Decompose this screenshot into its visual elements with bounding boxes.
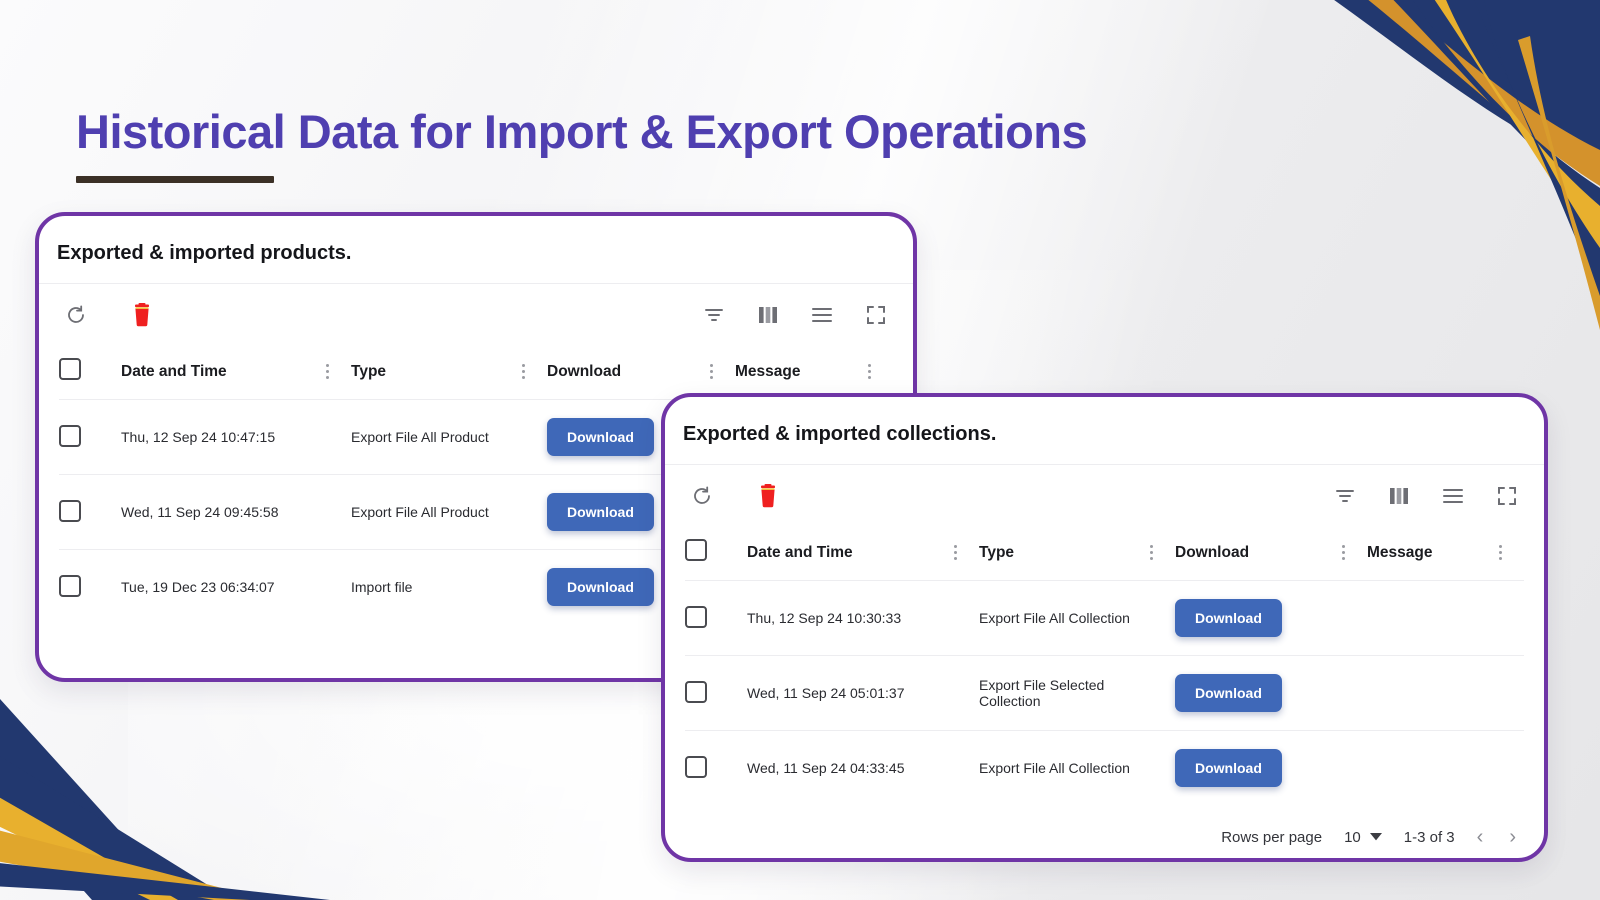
download-button[interactable]: Download bbox=[1175, 674, 1282, 712]
density-icon[interactable] bbox=[1440, 483, 1466, 509]
header-download[interactable]: Download bbox=[547, 346, 735, 400]
cell-download: Download bbox=[1175, 580, 1367, 656]
header-menu-icon[interactable] bbox=[326, 364, 329, 379]
columns-icon[interactable] bbox=[755, 302, 781, 328]
cell-date-and-time: Wed, 11 Sep 24 05:01:37 bbox=[747, 655, 979, 731]
row-checkbox[interactable] bbox=[685, 755, 707, 778]
download-button[interactable]: Download bbox=[1175, 749, 1282, 787]
refresh-icon[interactable] bbox=[63, 302, 89, 328]
row-checkbox[interactable] bbox=[59, 574, 81, 597]
cell-type: Export File All Product bbox=[351, 399, 547, 475]
header-type-label: Type bbox=[351, 362, 387, 380]
row-select-cell bbox=[59, 549, 121, 624]
header-type[interactable]: Type bbox=[351, 346, 547, 400]
header-download-label: Download bbox=[547, 362, 622, 380]
cell-message bbox=[1367, 580, 1524, 656]
chevron-down-icon bbox=[1369, 833, 1382, 841]
row-select-cell bbox=[685, 655, 747, 731]
select-all-header bbox=[685, 527, 747, 581]
header-menu-icon[interactable] bbox=[1150, 545, 1153, 560]
header-message-label: Message bbox=[735, 362, 801, 380]
filter-icon[interactable] bbox=[1332, 483, 1358, 509]
download-button[interactable]: Download bbox=[1175, 599, 1282, 637]
header-type-label: Type bbox=[979, 543, 1015, 561]
cell-date-and-time: Thu, 12 Sep 24 10:47:15 bbox=[121, 399, 351, 475]
header-menu-icon[interactable] bbox=[868, 364, 871, 379]
cell-type: Export File Selected Collection bbox=[979, 655, 1175, 731]
header-message[interactable]: Message bbox=[735, 346, 893, 400]
header-date-and-time[interactable]: Date and Time bbox=[121, 346, 351, 400]
products-table-header-row: Date and Time Type Download Message bbox=[59, 346, 893, 400]
previous-page-button[interactable]: ‹ bbox=[1477, 827, 1484, 847]
header-menu-icon[interactable] bbox=[954, 545, 957, 560]
cell-message bbox=[1367, 655, 1524, 731]
header-menu-icon[interactable] bbox=[1499, 545, 1502, 560]
page-title: Historical Data for Import & Export Oper… bbox=[76, 105, 1088, 158]
header-message[interactable]: Message bbox=[1367, 527, 1524, 581]
row-checkbox[interactable] bbox=[685, 680, 707, 703]
next-page-button[interactable]: › bbox=[1509, 827, 1516, 847]
select-all-checkbox[interactable] bbox=[685, 539, 707, 561]
refresh-icon[interactable] bbox=[689, 483, 715, 509]
cell-type: Export File All Collection bbox=[979, 730, 1175, 805]
header-date-and-time-label: Date and Time bbox=[121, 362, 227, 380]
header-menu-icon[interactable] bbox=[1342, 545, 1345, 560]
header-download-label: Download bbox=[1175, 543, 1250, 561]
rows-per-page-label: Rows per page bbox=[1221, 828, 1323, 846]
cell-type: Export File All Collection bbox=[979, 580, 1175, 656]
page-background: Historical Data for Import & Export Oper… bbox=[0, 0, 1600, 900]
filter-icon[interactable] bbox=[701, 302, 727, 328]
row-select-cell bbox=[685, 580, 747, 656]
card-collections-toolbar bbox=[685, 465, 1524, 527]
header-menu-icon[interactable] bbox=[522, 364, 525, 379]
cell-download: Download bbox=[1175, 730, 1367, 805]
row-checkbox[interactable] bbox=[685, 605, 707, 628]
fullscreen-icon[interactable] bbox=[863, 302, 889, 328]
download-button[interactable]: Download bbox=[547, 493, 654, 531]
select-all-header bbox=[59, 346, 121, 400]
rows-per-page-select[interactable]: 10 bbox=[1344, 829, 1382, 846]
header-date-and-time-label: Date and Time bbox=[747, 543, 853, 561]
title-underline bbox=[76, 176, 274, 183]
trash-icon[interactable] bbox=[129, 302, 155, 328]
card-products-title: Exported & imported products. bbox=[57, 242, 352, 264]
collections-pagination: Rows per page 10 1-3 of 3 ‹ › bbox=[685, 805, 1524, 858]
table-row[interactable]: Wed, 11 Sep 24 05:01:37 Export File Sele… bbox=[685, 655, 1524, 731]
row-select-cell bbox=[59, 474, 121, 550]
cell-type: Export File All Product bbox=[351, 474, 547, 550]
row-checkbox[interactable] bbox=[59, 499, 81, 522]
fullscreen-icon[interactable] bbox=[1494, 483, 1520, 509]
decorative-swoosh-top-right bbox=[1334, 0, 1600, 330]
card-exported-imported-collections: Exported & imported collections. Date an… bbox=[661, 393, 1548, 862]
collections-table: Date and Time Type Download Message Thu,… bbox=[685, 527, 1524, 805]
cell-download: Download bbox=[1175, 655, 1367, 731]
columns-icon[interactable] bbox=[1386, 483, 1412, 509]
download-button[interactable]: Download bbox=[547, 568, 654, 606]
header-message-label: Message bbox=[1367, 543, 1433, 561]
trash-icon[interactable] bbox=[755, 483, 781, 509]
select-all-checkbox[interactable] bbox=[59, 358, 81, 380]
row-checkbox[interactable] bbox=[59, 424, 81, 447]
table-row[interactable]: Thu, 12 Sep 24 10:30:33 Export File All … bbox=[685, 580, 1524, 656]
cell-message bbox=[1367, 730, 1524, 805]
collections-table-header-row: Date and Time Type Download Message bbox=[685, 527, 1524, 581]
cell-date-and-time: Wed, 11 Sep 24 04:33:45 bbox=[747, 730, 979, 805]
cell-type: Import file bbox=[351, 549, 547, 624]
header-download[interactable]: Download bbox=[1175, 527, 1367, 581]
header-type[interactable]: Type bbox=[979, 527, 1175, 581]
cell-date-and-time: Tue, 19 Dec 23 06:34:07 bbox=[121, 549, 351, 624]
pagination-range: 1-3 of 3 bbox=[1403, 828, 1455, 846]
card-products-toolbar bbox=[59, 284, 893, 346]
density-icon[interactable] bbox=[809, 302, 835, 328]
row-select-cell bbox=[685, 730, 747, 805]
table-row[interactable]: Wed, 11 Sep 24 04:33:45 Export File All … bbox=[685, 730, 1524, 805]
download-button[interactable]: Download bbox=[547, 418, 654, 456]
card-collections-title: Exported & imported collections. bbox=[683, 423, 997, 445]
rows-per-page-value: 10 bbox=[1344, 828, 1361, 846]
cell-date-and-time: Thu, 12 Sep 24 10:30:33 bbox=[747, 580, 979, 656]
cell-date-and-time: Wed, 11 Sep 24 09:45:58 bbox=[121, 474, 351, 550]
row-select-cell bbox=[59, 399, 121, 475]
header-menu-icon[interactable] bbox=[710, 364, 713, 379]
header-date-and-time[interactable]: Date and Time bbox=[747, 527, 979, 581]
